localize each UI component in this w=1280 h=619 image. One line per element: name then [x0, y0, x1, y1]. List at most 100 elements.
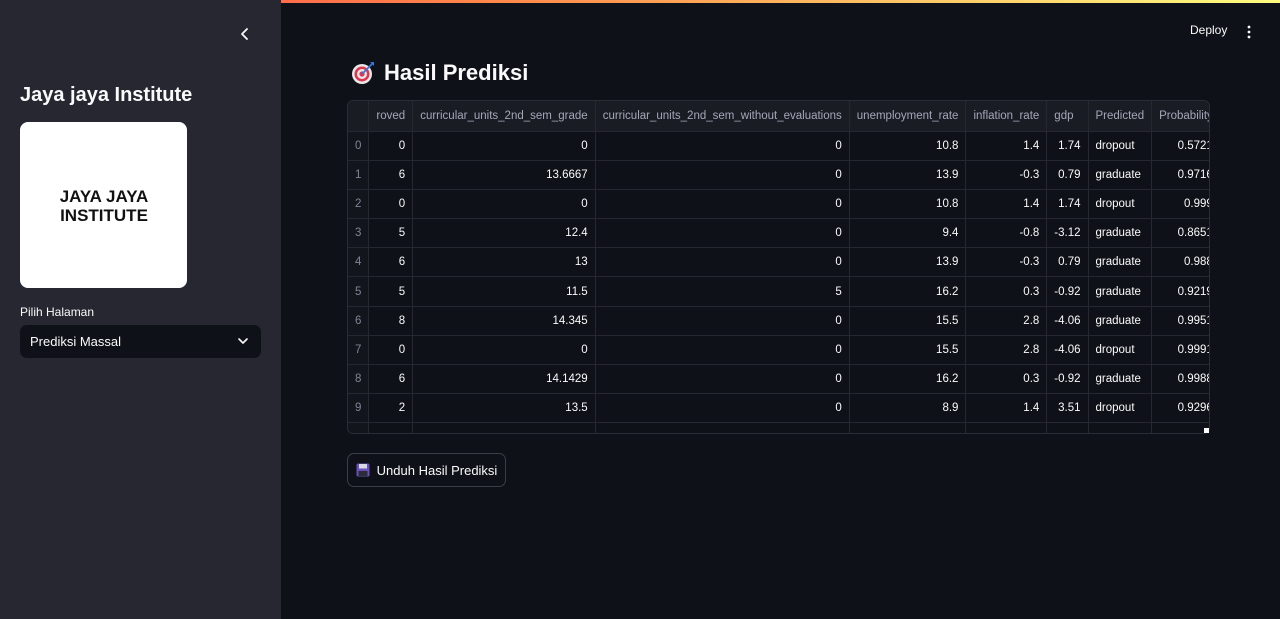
table-cell[interactable]: graduate: [1088, 306, 1153, 336]
table-cell[interactable]: -4.06: [1046, 306, 1089, 336]
table-cell[interactable]: 0: [595, 393, 850, 424]
table-cell[interactable]: 13.6667: [412, 160, 596, 190]
table-cell[interactable]: 0: [595, 247, 850, 278]
column-header[interactable]: Predicted: [1088, 101, 1153, 132]
table-cell[interactable]: 16.2: [849, 276, 967, 307]
table-cell[interactable]: 0: [595, 335, 850, 366]
table-cell[interactable]: 14.1429: [412, 364, 596, 395]
table-cell[interactable]: graduate: [1088, 276, 1153, 307]
table-cell[interactable]: dropout: [1088, 189, 1153, 220]
table-row[interactable]: 4 6 13 0 13.9 -0.3 0.79 graduate 0.988: [348, 247, 1209, 278]
table-cell[interactable]: 3.51: [1046, 393, 1089, 424]
table-cell[interactable]: -0.8: [965, 218, 1048, 249]
more-options-icon[interactable]: [1244, 24, 1254, 40]
table-cell[interactable]: 12.4: [412, 218, 596, 249]
table-cell[interactable]: 0.3: [965, 364, 1048, 395]
table-cell[interactable]: 0.9716: [1151, 160, 1209, 190]
table-row[interactable]: 2 0 0 0 10.8 1.4 1.74 dropout 0.999: [348, 189, 1209, 220]
prediction-table[interactable]: roved curricular_units_2nd_sem_grade cur…: [347, 100, 1210, 434]
table-row[interactable]: 9 2 13.5 0 8.9 1.4 3.51 dropout 0.9296: [348, 393, 1209, 424]
table-cell[interactable]: 13.9: [849, 160, 967, 190]
table-row[interactable]: 6 8 14.345 0 15.5 2.8 -4.06 graduate 0.9951: [348, 306, 1209, 336]
table-cell[interactable]: dropout: [1088, 335, 1153, 366]
download-button[interactable]: Unduh Hasil Prediksi: [347, 453, 506, 487]
table-cell[interactable]: 10.8: [849, 131, 967, 161]
table-cell[interactable]: 6: [368, 364, 414, 395]
table-cell[interactable]: 0: [368, 189, 414, 220]
row-index[interactable]: 1: [348, 160, 370, 190]
table-cell[interactable]: 10.8: [849, 189, 967, 220]
table-cell[interactable]: 2.8: [965, 306, 1048, 336]
row-index[interactable]: 5: [348, 276, 370, 307]
table-cell[interactable]: dropout: [1088, 393, 1153, 424]
table-cell[interactable]: -4.06: [1046, 335, 1089, 366]
column-header[interactable]: curricular_units_2nd_sem_grade: [412, 101, 596, 132]
row-index[interactable]: 9: [348, 393, 370, 424]
column-header[interactable]: gdp: [1046, 101, 1089, 132]
table-cell[interactable]: 13.5: [412, 393, 596, 424]
table-cell[interactable]: 0.9219: [1151, 276, 1209, 307]
table-cell[interactable]: 6: [368, 160, 414, 190]
table-cell[interactable]: 6: [368, 247, 414, 278]
table-cell[interactable]: 1.74: [1046, 189, 1089, 220]
table-cell[interactable]: 14.345: [412, 306, 596, 336]
table-cell[interactable]: 15.5: [849, 306, 967, 336]
table-cell[interactable]: 8.9: [849, 393, 967, 424]
table-cell[interactable]: 0.79: [1046, 160, 1089, 190]
table-resize-handle[interactable]: [1204, 428, 1209, 433]
table-cell[interactable]: 1.4: [965, 131, 1048, 161]
table-cell[interactable]: 0: [595, 131, 850, 161]
column-header[interactable]: unemployment_rate: [849, 101, 967, 132]
table-cell[interactable]: 0: [595, 218, 850, 249]
table-cell[interactable]: 1.74: [1046, 131, 1089, 161]
row-index[interactable]: 3: [348, 218, 370, 249]
column-header[interactable]: inflation_rate: [965, 101, 1048, 132]
deploy-button[interactable]: Deploy: [1190, 23, 1227, 37]
table-cell[interactable]: 0.999: [1151, 189, 1209, 220]
table-row[interactable]: 1 6 13.6667 0 13.9 -0.3 0.79 graduate 0.9716: [348, 160, 1209, 190]
table-cell[interactable]: 2: [368, 393, 414, 424]
column-header[interactable]: curricular_units_2nd_sem_without_evaluat…: [595, 101, 850, 132]
collapse-sidebar-button[interactable]: [232, 22, 258, 46]
table-cell[interactable]: -0.3: [965, 247, 1048, 278]
row-index[interactable]: 2: [348, 189, 370, 220]
table-row[interactable]: 5 5 11.5 5 16.2 0.3 -0.92 graduate 0.9219: [348, 276, 1209, 307]
table-cell[interactable]: 9.4: [849, 218, 967, 249]
table-cell[interactable]: 11.5: [412, 276, 596, 307]
row-index[interactable]: 6: [348, 306, 370, 336]
row-index[interactable]: 8: [348, 364, 370, 395]
table-cell[interactable]: 0.9296: [1151, 393, 1209, 424]
table-row[interactable]: 0 0 0 0 10.8 1.4 1.74 dropout 0.5721: [348, 131, 1209, 161]
table-cell[interactable]: 0.9951: [1151, 306, 1209, 336]
table-cell[interactable]: 0: [368, 335, 414, 366]
table-cell[interactable]: 16.2: [849, 364, 967, 395]
table-cell[interactable]: 8: [368, 306, 414, 336]
table-cell[interactable]: graduate: [1088, 247, 1153, 278]
table-cell[interactable]: -0.3: [965, 160, 1048, 190]
table-cell[interactable]: 15.5: [849, 335, 967, 366]
table-cell[interactable]: -0.92: [1046, 364, 1089, 395]
table-cell[interactable]: 0: [595, 160, 850, 190]
table-cell[interactable]: graduate: [1088, 218, 1153, 249]
table-cell[interactable]: 0: [412, 335, 596, 366]
table-cell[interactable]: -3.12: [1046, 218, 1089, 249]
table-cell[interactable]: 1.4: [965, 189, 1048, 220]
table-cell[interactable]: 0: [595, 364, 850, 395]
table-cell[interactable]: 0.3: [965, 276, 1048, 307]
table-cell[interactable]: graduate: [1088, 160, 1153, 190]
table-cell[interactable]: 0.8651: [1151, 218, 1209, 249]
table-row[interactable]: 8 6 14.1429 0 16.2 0.3 -0.92 graduate 0.9988: [348, 364, 1209, 395]
table-cell[interactable]: 0: [368, 131, 414, 161]
page-select[interactable]: Prediksi Massal: [20, 325, 261, 358]
table-cell[interactable]: 5: [368, 276, 414, 307]
table-cell[interactable]: 0: [412, 131, 596, 161]
row-index[interactable]: 4: [348, 247, 370, 278]
table-cell[interactable]: 0.79: [1046, 247, 1089, 278]
table-cell[interactable]: 0.5721: [1151, 131, 1209, 161]
table-cell[interactable]: 0: [595, 189, 850, 220]
table-cell[interactable]: 13.9: [849, 247, 967, 278]
table-row[interactable]: 3 5 12.4 0 9.4 -0.8 -3.12 graduate 0.8651: [348, 218, 1209, 249]
table-cell[interactable]: 0.988: [1151, 247, 1209, 278]
table-cell[interactable]: 13: [412, 247, 596, 278]
column-header[interactable]: roved: [368, 101, 414, 132]
